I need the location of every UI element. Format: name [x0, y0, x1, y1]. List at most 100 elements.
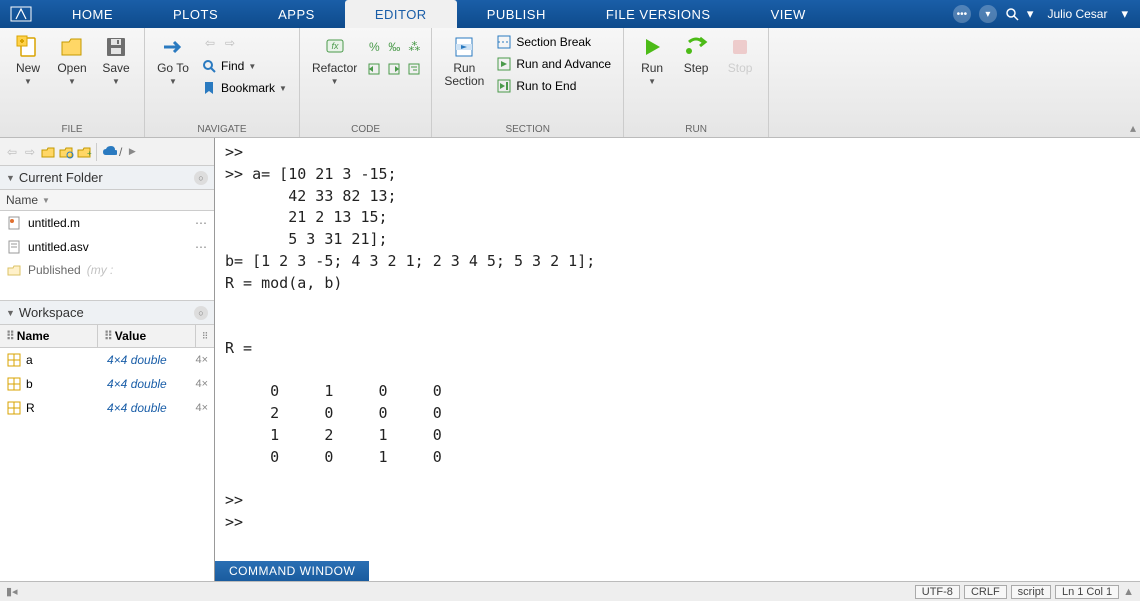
step-button[interactable]: Step: [676, 32, 716, 77]
status-mode[interactable]: script: [1011, 585, 1051, 599]
var-ext: 4×: [195, 402, 208, 414]
command-window-tab[interactable]: COMMAND WINDOW: [215, 561, 369, 581]
percent-strike-icon[interactable]: ‰: [385, 38, 403, 56]
save-button[interactable]: Save ▼: [96, 32, 136, 88]
scroll-left-icon[interactable]: ▮◂: [6, 585, 18, 598]
file-more-icon[interactable]: ⋯: [195, 216, 208, 230]
find-icon: [201, 58, 217, 74]
stop-button[interactable]: Stop: [720, 32, 760, 77]
status-bar: ▮◂ UTF-8 CRLF script Ln 1 Col 1 ▲: [0, 581, 1140, 601]
nav-forward-icon[interactable]: ⇨: [221, 34, 239, 52]
address-bar: ⇦ ⇨ + / ▶: [0, 138, 214, 166]
main-area: ⇦ ⇨ + / ▶ ▼ Current Folder ○ Name ▼ unti…: [0, 138, 1140, 581]
m-file-icon: [6, 215, 22, 231]
matrix-icon: [6, 352, 22, 368]
outdent-icon[interactable]: [385, 60, 403, 78]
chevron-down-icon: ▼: [331, 77, 339, 86]
group-label-code: CODE: [308, 122, 423, 137]
user-name[interactable]: Julio Cesar: [1041, 7, 1113, 21]
run-to-end-button[interactable]: Run to End: [492, 76, 615, 96]
folder-suffix: (my :: [87, 263, 114, 277]
run-button[interactable]: Run ▼: [632, 32, 672, 88]
ws-var-row[interactable]: b 4×4 double4×: [0, 372, 214, 396]
nav-forward-icon[interactable]: ⇨: [22, 144, 38, 160]
scroll-up-icon[interactable]: ▲: [1123, 586, 1134, 598]
var-value: 4×4 double: [107, 401, 167, 415]
more-button[interactable]: •••: [953, 5, 971, 23]
tab-file-versions[interactable]: FILE VERSIONS: [576, 0, 741, 28]
editor-area: >> >> a= [10 21 3 -15; 42 33 82 13; 21 2…: [215, 138, 1140, 581]
bookmark-button[interactable]: Bookmark ▼: [197, 78, 291, 98]
folder-item[interactable]: Published (my :: [0, 259, 214, 281]
ws-var-row[interactable]: a 4×4 double4×: [0, 348, 214, 372]
file-item[interactable]: untitled.m ⋯: [0, 211, 214, 235]
folder-name: Published: [28, 263, 81, 277]
chevron-down-icon: ▼: [169, 77, 177, 86]
workspace-table: ⠿Name ⠿Value ⠿ a 4×4 double4× b 4×4 doub…: [0, 325, 214, 581]
path-separator: /: [119, 145, 122, 159]
open-button[interactable]: Open ▼: [52, 32, 92, 88]
ribbon-group-file: New ▼ Open ▼ Save ▼ FILE: [0, 28, 145, 137]
file-item[interactable]: untitled.asv ⋯: [0, 235, 214, 259]
search-dropdown[interactable]: ▾: [1027, 6, 1034, 22]
nav-back-icon[interactable]: ⇦: [4, 144, 20, 160]
tab-publish[interactable]: PUBLISH: [457, 0, 576, 28]
chevron-down-icon: ▼: [648, 77, 656, 86]
nav-back-icon[interactable]: ⇦: [201, 34, 219, 52]
folder-new-icon[interactable]: +: [76, 144, 92, 160]
stop-icon: [727, 34, 753, 60]
status-eol[interactable]: CRLF: [964, 585, 1007, 599]
current-folder-header[interactable]: ▼ Current Folder ○: [0, 166, 214, 190]
run-section-button[interactable]: Run Section: [440, 32, 488, 90]
quick-access-dropdown[interactable]: ▾: [979, 5, 997, 23]
folder-up-icon[interactable]: [40, 144, 56, 160]
tab-plots[interactable]: PLOTS: [143, 0, 248, 28]
ws-col-value[interactable]: ⠿Value: [98, 325, 196, 347]
ribbon-collapse-icon[interactable]: ▴: [1130, 121, 1136, 135]
refactor-button[interactable]: fx Refactor ▼: [308, 32, 361, 88]
goto-button[interactable]: Go To ▼: [153, 32, 193, 88]
percent-icon[interactable]: %: [365, 38, 383, 56]
find-label: Find: [221, 59, 244, 73]
chevron-right-icon[interactable]: ▶: [124, 144, 140, 160]
file-more-icon[interactable]: ⋯: [195, 240, 208, 254]
run-label: Run: [641, 62, 663, 75]
goto-label: Go To: [157, 62, 189, 75]
ribbon-group-run: Run ▼ Step Stop RUN: [624, 28, 769, 137]
matlab-logo: [0, 0, 42, 28]
chevron-down-icon: ▼: [68, 77, 76, 86]
folder-name-header[interactable]: Name ▼: [0, 190, 214, 211]
ws-var-row[interactable]: R 4×4 double4×: [0, 396, 214, 420]
left-panel: ⇦ ⇨ + / ▶ ▼ Current Folder ○ Name ▼ unti…: [0, 138, 215, 581]
folder-browse-icon[interactable]: [58, 144, 74, 160]
section-break-button[interactable]: Section Break: [492, 32, 615, 52]
tab-editor[interactable]: EDITOR: [345, 0, 457, 28]
var-value: 4×4 double: [107, 353, 167, 367]
search-icon[interactable]: [1005, 7, 1019, 21]
new-button[interactable]: New ▼: [8, 32, 48, 88]
find-button[interactable]: Find ▼: [197, 56, 291, 76]
status-encoding[interactable]: UTF-8: [915, 585, 960, 599]
tab-view[interactable]: VIEW: [741, 0, 836, 28]
open-folder-icon: [59, 34, 85, 60]
group-label-file: FILE: [8, 122, 136, 137]
tab-apps[interactable]: APPS: [248, 0, 345, 28]
matrix-icon: [6, 400, 22, 416]
ws-col-name[interactable]: ⠿Name: [0, 325, 98, 347]
smart-indent-icon[interactable]: [405, 60, 423, 78]
close-icon[interactable]: ○: [194, 171, 208, 185]
user-menu-dropdown[interactable]: ▾: [1121, 6, 1128, 22]
tab-home[interactable]: HOME: [42, 0, 143, 28]
close-icon[interactable]: ○: [194, 306, 208, 320]
group-label-navigate: NAVIGATE: [153, 122, 291, 137]
run-advance-button[interactable]: Run and Advance: [492, 54, 615, 74]
status-position[interactable]: Ln 1 Col 1: [1055, 585, 1119, 599]
run-advance-icon: [496, 56, 512, 72]
ribbon-group-code: fx Refactor ▼ % ‰ ⁂ CODE: [300, 28, 432, 137]
cloud-icon[interactable]: [101, 144, 117, 160]
command-window-content[interactable]: >> >> a= [10 21 3 -15; 42 33 82 13; 21 2…: [215, 138, 1140, 561]
indent-icon[interactable]: [365, 60, 383, 78]
workspace-title: Workspace: [19, 305, 84, 320]
percent-wrap-icon[interactable]: ⁂: [405, 38, 423, 56]
workspace-header[interactable]: ▼ Workspace ○: [0, 301, 214, 325]
